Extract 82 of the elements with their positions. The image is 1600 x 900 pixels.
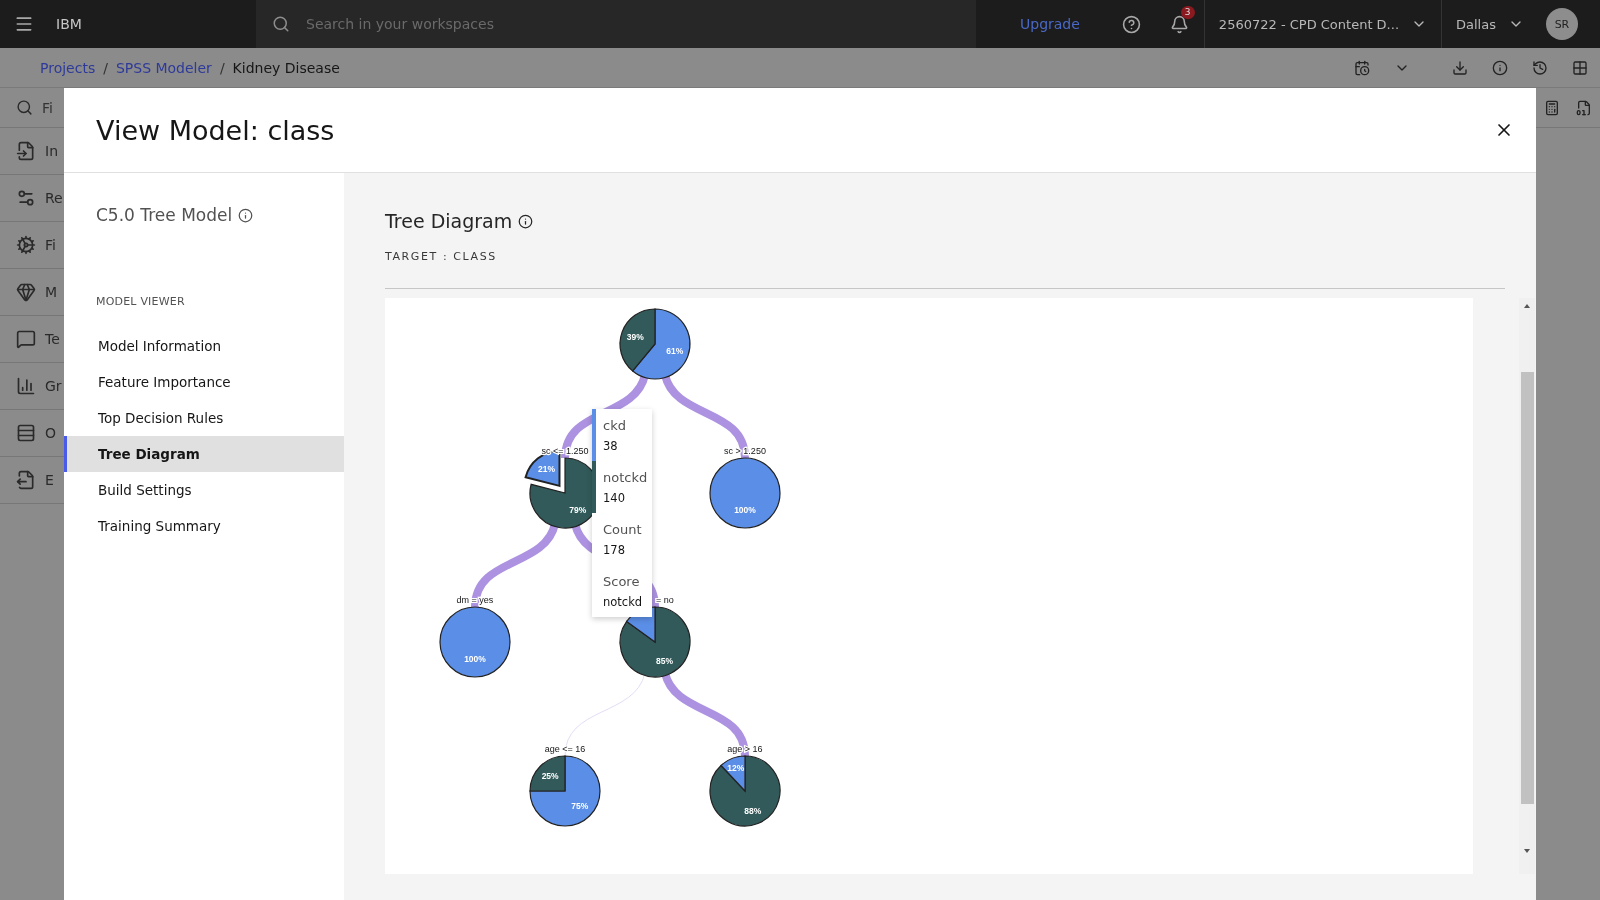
pie-node[interactable]: 100% bbox=[709, 457, 781, 529]
nav-item[interactable]: Build Settings bbox=[64, 472, 344, 508]
menu-icon[interactable] bbox=[14, 14, 34, 34]
filter-field[interactable]: Fi bbox=[42, 99, 64, 116]
palette-label[interactable]: Re bbox=[45, 190, 63, 206]
percent-label: 100% bbox=[734, 505, 756, 515]
search-field[interactable]: Search in your workspaces bbox=[256, 0, 976, 48]
pie-node[interactable]: 85% bbox=[619, 606, 691, 678]
table-icon[interactable] bbox=[16, 423, 36, 443]
percent-label: 88% bbox=[744, 805, 762, 816]
split-label: sc > 1.250 bbox=[724, 446, 766, 456]
tooltip-value: 38 bbox=[603, 439, 619, 453]
section-title: Tree Diagram bbox=[385, 210, 513, 232]
gem-icon[interactable] bbox=[16, 282, 36, 302]
user-avatar[interactable]: SR bbox=[1545, 8, 1578, 40]
settings-icon[interactable] bbox=[16, 188, 36, 208]
tooltip-label: Count bbox=[603, 522, 643, 537]
history-icon[interactable] bbox=[1532, 59, 1548, 76]
breadcrumb-separator: / bbox=[219, 59, 225, 76]
palette-label[interactable]: Te bbox=[45, 331, 60, 347]
palette-label[interactable]: O bbox=[45, 425, 57, 441]
percent-label: 61% bbox=[666, 346, 684, 357]
tooltip-label: notckd bbox=[603, 470, 649, 485]
breadcrumb-separator: / bbox=[103, 59, 108, 76]
document-icon[interactable] bbox=[1576, 99, 1592, 116]
upgrade-link[interactable]: Upgrade bbox=[1020, 16, 1080, 32]
schedule-icon[interactable] bbox=[1354, 59, 1370, 76]
document-import-icon[interactable] bbox=[16, 141, 36, 161]
percent-label: 100% bbox=[464, 654, 486, 664]
nav-item[interactable]: Model Information bbox=[64, 328, 344, 364]
section-heading: MODEL VIEWER bbox=[95, 295, 186, 308]
notification-bell-icon[interactable] bbox=[1170, 14, 1190, 34]
percent-label: 79% bbox=[569, 504, 587, 515]
info-icon[interactable] bbox=[238, 207, 254, 223]
pie-node[interactable]: 100% bbox=[439, 606, 511, 678]
pie-node[interactable]: 88% 12% bbox=[709, 755, 781, 827]
nav-item[interactable]: Feature Importance bbox=[64, 364, 344, 400]
tooltip-label: Score bbox=[603, 574, 641, 589]
palette-label[interactable]: In bbox=[45, 143, 58, 159]
breadcrumb-link[interactable]: Projects bbox=[40, 59, 96, 76]
breadcrumb-current[interactable]: Kidney Disease bbox=[232, 59, 340, 76]
search-icon bbox=[272, 15, 290, 33]
brand-name: IBM bbox=[56, 16, 83, 32]
percent-label: 25% bbox=[541, 771, 559, 782]
split-label: dm = yes bbox=[456, 595, 494, 605]
percent-label: 12% bbox=[727, 762, 745, 773]
percent-label: 85% bbox=[656, 655, 674, 666]
pie-node[interactable]: 75% 25% bbox=[529, 755, 601, 827]
document-export-icon[interactable] bbox=[16, 470, 36, 490]
model-title: C5.0 Tree Model bbox=[96, 205, 233, 225]
region-switcher[interactable]: Dallas bbox=[1441, 0, 1538, 48]
palette-label[interactable]: Fi bbox=[45, 237, 56, 253]
tooltip-label: ckd bbox=[603, 418, 627, 433]
tooltip-value: notckd bbox=[603, 595, 644, 609]
nav-item[interactable]: Top Decision Rules bbox=[64, 400, 344, 436]
tooltip-value: 178 bbox=[603, 543, 626, 557]
tooltip-value: 140 bbox=[603, 491, 626, 505]
percent-label: 21% bbox=[538, 464, 556, 475]
calculator-icon[interactable] bbox=[1544, 99, 1560, 116]
chat-icon[interactable] bbox=[16, 329, 36, 349]
notification-count: 3 bbox=[1180, 6, 1195, 19]
grid-icon[interactable] bbox=[1572, 59, 1588, 76]
palette-label[interactable]: Gr bbox=[45, 378, 62, 394]
split-label: = no bbox=[656, 595, 674, 605]
split-label: age <= 16 bbox=[544, 744, 586, 754]
breadcrumb-link[interactable]: SPSS Modeler bbox=[115, 59, 212, 76]
info-icon[interactable] bbox=[518, 213, 534, 229]
dialog-title: View Model: class bbox=[96, 114, 335, 146]
bar-chart-icon[interactable] bbox=[16, 376, 36, 396]
percent-label: 39% bbox=[626, 331, 644, 342]
target-label: TARGET : CLASS bbox=[385, 250, 498, 263]
search-icon bbox=[16, 99, 33, 116]
help-icon[interactable] bbox=[1122, 14, 1142, 34]
download-icon[interactable] bbox=[1452, 59, 1468, 76]
split-label: age > 16 bbox=[727, 744, 763, 754]
palette-label[interactable]: M bbox=[45, 284, 58, 300]
gear-icon[interactable] bbox=[16, 235, 36, 255]
nav-item[interactable]: Training Summary bbox=[64, 508, 344, 544]
account-switcher[interactable]: 2560722 - CPD Content D... bbox=[1203, 0, 1441, 48]
palette-label[interactable]: E bbox=[45, 472, 54, 488]
percent-label: 75% bbox=[571, 800, 589, 811]
nav-item[interactable]: Tree Diagram bbox=[64, 436, 344, 472]
